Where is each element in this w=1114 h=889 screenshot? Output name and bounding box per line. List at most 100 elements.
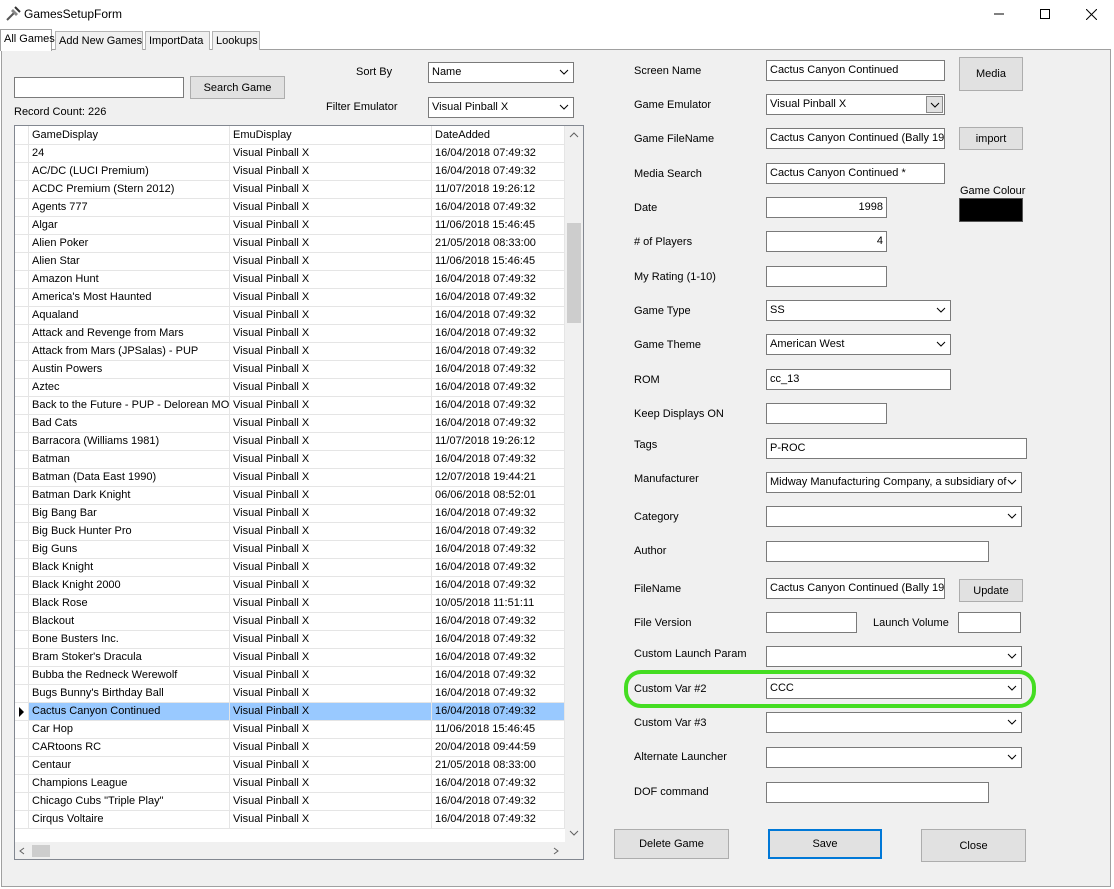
emu-display-cell[interactable]: Visual Pinball X xyxy=(230,361,432,379)
table-row[interactable]: Austin Powers Visual Pinball X 16/04/2018 … xyxy=(15,361,565,379)
emu-display-cell[interactable]: Visual Pinball X xyxy=(230,289,432,307)
custom-launch-param-select[interactable] xyxy=(766,646,1022,667)
alternate-launcher-select[interactable] xyxy=(766,747,1022,768)
row-selector[interactable] xyxy=(15,577,29,595)
dof-command-field[interactable] xyxy=(766,782,989,803)
table-row[interactable]: Black Rose Visual Pinball X 10/05/2018 11:… xyxy=(15,595,565,613)
row-selector[interactable] xyxy=(15,667,29,685)
table-row[interactable]: Centaur Visual Pinball X 21/05/2018 08:33:… xyxy=(15,757,565,775)
game-display-cell[interactable]: Bugs Bunny's Birthday Ball xyxy=(29,685,230,703)
emu-display-cell[interactable]: Visual Pinball X xyxy=(230,775,432,793)
table-row[interactable]: Black Knight Visual Pinball X 16/04/2018 0… xyxy=(15,559,565,577)
date-added-cell[interactable]: 16/04/2018 07:49:32 xyxy=(432,811,565,829)
row-selector[interactable] xyxy=(15,541,29,559)
table-row[interactable]: Aqualand Visual Pinball X 16/04/2018 07:49… xyxy=(15,307,565,325)
table-row[interactable]: CARtoons RC Visual Pinball X 20/04/2018 09… xyxy=(15,739,565,757)
column-game-display[interactable]: GameDisplay xyxy=(29,126,230,145)
row-selector[interactable] xyxy=(15,793,29,811)
game-display-cell[interactable]: America's Most Haunted xyxy=(29,289,230,307)
emu-display-cell[interactable]: Visual Pinball X xyxy=(230,325,432,343)
emu-display-cell[interactable]: Visual Pinball X xyxy=(230,595,432,613)
column-date-added[interactable]: DateAdded xyxy=(432,126,565,145)
date-added-cell[interactable]: 16/04/2018 07:49:32 xyxy=(432,343,565,361)
date-added-cell[interactable]: 16/04/2018 07:49:32 xyxy=(432,793,565,811)
games-grid[interactable]: GameDisplay EmuDisplay DateAdded 24 Visua… xyxy=(14,125,584,860)
date-added-cell[interactable]: 16/04/2018 07:49:32 xyxy=(432,703,565,721)
date-added-cell[interactable]: 16/04/2018 07:49:32 xyxy=(432,199,565,217)
emu-display-cell[interactable]: Visual Pinball X xyxy=(230,343,432,361)
row-selector[interactable] xyxy=(15,289,29,307)
row-selector[interactable] xyxy=(15,307,29,325)
delete-game-button[interactable]: Delete Game xyxy=(614,829,729,859)
table-row[interactable]: Champions League Visual Pinball X 16/04/20… xyxy=(15,775,565,793)
emu-display-cell[interactable]: Visual Pinball X xyxy=(230,397,432,415)
media-search-field[interactable]: Cactus Canyon Continued * xyxy=(766,163,945,184)
table-row[interactable]: Bubba the Redneck Werewolf Visual Pinball… xyxy=(15,667,565,685)
table-row[interactable]: AC/DC (LUCI Premium) Visual Pinball X 16/0… xyxy=(15,163,565,181)
game-colour-swatch[interactable] xyxy=(959,198,1023,222)
game-display-cell[interactable]: CARtoons RC xyxy=(29,739,230,757)
table-row[interactable]: Back to the Future - PUP - Delorean MOD V… xyxy=(15,397,565,415)
date-added-cell[interactable]: 11/07/2018 19:26:12 xyxy=(432,181,565,199)
tab-add-new-games[interactable]: Add New Games xyxy=(55,31,143,50)
emu-display-cell[interactable]: Visual Pinball X xyxy=(230,451,432,469)
row-selector[interactable] xyxy=(15,379,29,397)
table-row[interactable]: Big Buck Hunter Pro Visual Pinball X 16/04… xyxy=(15,523,565,541)
game-display-cell[interactable]: 24 xyxy=(29,145,230,163)
date-added-cell[interactable]: 16/04/2018 07:49:32 xyxy=(432,145,565,163)
game-display-cell[interactable]: Bubba the Redneck Werewolf xyxy=(29,667,230,685)
row-selector[interactable] xyxy=(15,217,29,235)
emu-display-cell[interactable]: Visual Pinball X xyxy=(230,577,432,595)
date-added-cell[interactable]: 11/06/2018 15:46:45 xyxy=(432,217,565,235)
manufacturer-select[interactable]: Midway Manufacturing Company, a subsidia… xyxy=(766,472,1022,493)
horizontal-scrollbar[interactable] xyxy=(15,842,565,859)
game-display-cell[interactable]: Back to the Future - PUP - Delorean MOD xyxy=(29,397,230,415)
row-selector[interactable] xyxy=(15,433,29,451)
table-row[interactable]: Bone Busters Inc. Visual Pinball X 16/04/2… xyxy=(15,631,565,649)
table-row[interactable]: Batman (Data East 1990) Visual Pinball X1… xyxy=(15,469,565,487)
emu-display-cell[interactable]: Visual Pinball X xyxy=(230,235,432,253)
emu-display-cell[interactable]: Visual Pinball X xyxy=(230,199,432,217)
emu-display-cell[interactable]: Visual Pinball X xyxy=(230,667,432,685)
game-display-cell[interactable]: Batman Dark Knight xyxy=(29,487,230,505)
emu-display-cell[interactable]: Visual Pinball X xyxy=(230,739,432,757)
table-row[interactable]: Agents 777 Visual Pinball X 16/04/2018 07:… xyxy=(15,199,565,217)
table-row[interactable]: 24 Visual Pinball X 16/04/2018 07:49:32 xyxy=(15,145,565,163)
game-display-cell[interactable]: Batman (Data East 1990) xyxy=(29,469,230,487)
row-selector[interactable] xyxy=(15,235,29,253)
date-added-cell[interactable]: 16/04/2018 07:49:32 xyxy=(432,559,565,577)
table-row[interactable]: Cirqus Voltaire Visual Pinball X 16/04/201… xyxy=(15,811,565,829)
table-row[interactable]: Aztec Visual Pinball X 16/04/2018 07:49:32 xyxy=(15,379,565,397)
date-added-cell[interactable]: 16/04/2018 07:49:32 xyxy=(432,361,565,379)
category-select[interactable] xyxy=(766,506,1022,527)
horizontal-scroll-thumb[interactable] xyxy=(32,845,50,857)
game-display-cell[interactable]: ACDC Premium (Stern 2012) xyxy=(29,181,230,199)
game-display-cell[interactable]: Attack from Mars (JPSalas) - PUP xyxy=(29,343,230,361)
author-field[interactable] xyxy=(766,541,989,562)
date-added-cell[interactable]: 06/06/2018 08:52:01 xyxy=(432,487,565,505)
row-selector[interactable] xyxy=(15,721,29,739)
emu-display-cell[interactable]: Visual Pinball X xyxy=(230,163,432,181)
game-display-cell[interactable]: Big Bang Bar xyxy=(29,505,230,523)
table-row[interactable]: Bad Cats Visual Pinball X 16/04/2018 07:49… xyxy=(15,415,565,433)
game-display-cell[interactable]: Bram Stoker's Dracula xyxy=(29,649,230,667)
tab-lookups[interactable]: Lookups xyxy=(212,31,260,50)
row-selector[interactable] xyxy=(15,181,29,199)
players-field[interactable]: 4 xyxy=(766,231,887,252)
row-selector[interactable] xyxy=(15,253,29,271)
date-added-cell[interactable]: 11/06/2018 15:46:45 xyxy=(432,253,565,271)
game-display-cell[interactable]: Algar xyxy=(29,217,230,235)
table-row[interactable]: Attack and Revenge from Mars Visual Pinba… xyxy=(15,325,565,343)
keep-displays-field[interactable] xyxy=(766,403,887,424)
tags-field[interactable]: P-ROC xyxy=(766,438,1027,459)
media-button[interactable]: Media xyxy=(959,57,1023,91)
tab-all-games[interactable]: All Games xyxy=(0,29,55,51)
emu-display-cell[interactable]: Visual Pinball X xyxy=(230,307,432,325)
game-display-cell[interactable]: Alien Star xyxy=(29,253,230,271)
row-selector[interactable] xyxy=(15,487,29,505)
date-added-cell[interactable]: 16/04/2018 07:49:32 xyxy=(432,163,565,181)
row-selector[interactable] xyxy=(15,631,29,649)
row-selector[interactable] xyxy=(15,811,29,829)
game-display-cell[interactable]: Blackout xyxy=(29,613,230,631)
row-selector[interactable] xyxy=(15,163,29,181)
